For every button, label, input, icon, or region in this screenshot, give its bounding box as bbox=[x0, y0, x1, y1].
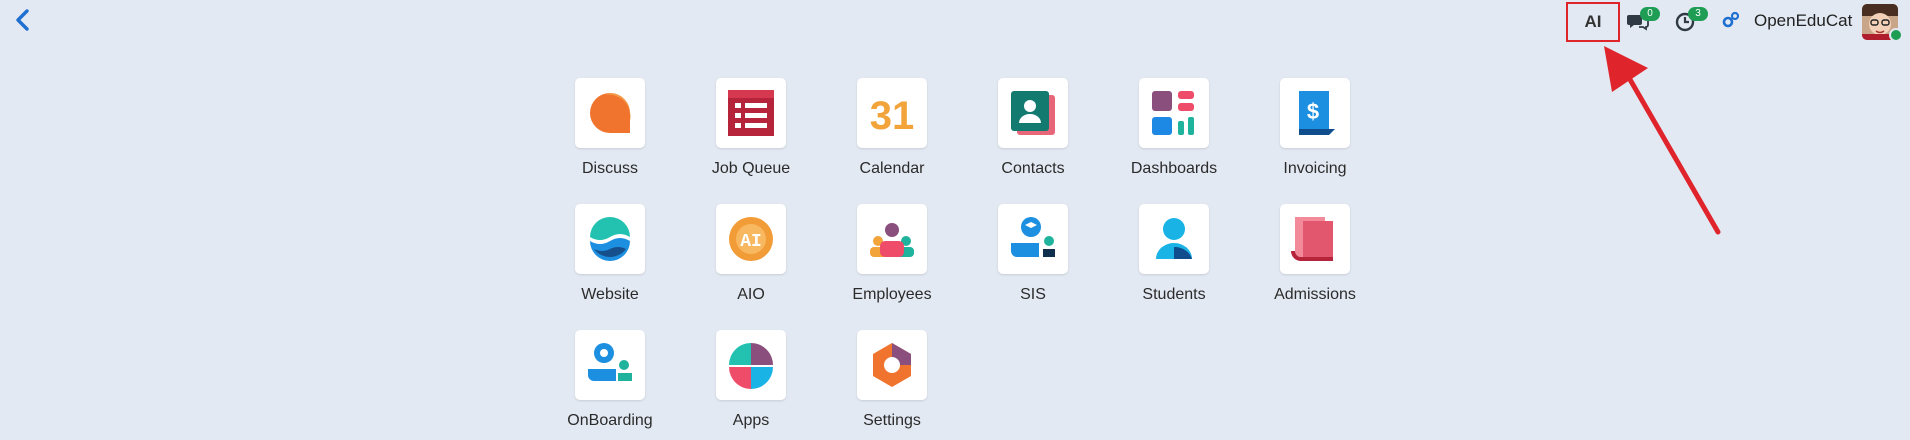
app-label: Job Queue bbox=[711, 160, 791, 177]
app-admissions[interactable]: Admissions bbox=[1255, 204, 1375, 314]
app-students[interactable]: Students bbox=[1114, 204, 1234, 314]
app-tile bbox=[575, 204, 645, 274]
app-sis[interactable]: SIS bbox=[973, 204, 1093, 314]
app-label: Calendar bbox=[859, 160, 925, 177]
ai-chip-icon: AI bbox=[729, 217, 773, 261]
activities-count-badge: 3 bbox=[1688, 7, 1708, 21]
calendar-icon-text: 31 bbox=[870, 94, 915, 138]
app-label: Admissions bbox=[1274, 286, 1356, 303]
messages-button[interactable]: 0 bbox=[1626, 7, 1660, 35]
app-label: Students bbox=[1142, 286, 1206, 303]
app-tile bbox=[716, 330, 786, 400]
app-tile bbox=[1280, 204, 1350, 274]
app-label: Settings bbox=[863, 412, 921, 429]
app-tile bbox=[857, 330, 927, 400]
app-invoicing[interactable]: $ Invoicing bbox=[1255, 78, 1375, 188]
settings-icon bbox=[873, 343, 911, 387]
activities-button[interactable]: 3 bbox=[1674, 7, 1708, 35]
admission-form-icon bbox=[1291, 217, 1333, 261]
company-name[interactable]: OpenEduCat bbox=[1754, 11, 1852, 31]
ai-chip-icon-text: AI bbox=[740, 232, 762, 252]
chevron-left-icon bbox=[16, 9, 29, 31]
app-tile bbox=[716, 78, 786, 148]
list-icon bbox=[728, 90, 774, 136]
app-label: Invoicing bbox=[1283, 160, 1347, 177]
app-employees[interactable]: Employees bbox=[832, 204, 952, 314]
ai-button[interactable]: AI bbox=[1566, 2, 1620, 42]
app-settings[interactable]: Settings bbox=[832, 330, 952, 440]
app-tile: $ bbox=[1280, 78, 1350, 148]
app-onboarding[interactable]: OnBoarding bbox=[550, 330, 670, 440]
app-label: Website bbox=[581, 286, 639, 303]
employees-icon bbox=[870, 223, 914, 257]
app-label: SIS bbox=[1020, 286, 1046, 303]
app-tile bbox=[1139, 78, 1209, 148]
app-label: OnBoarding bbox=[567, 412, 653, 429]
app-tile bbox=[857, 204, 927, 274]
app-website[interactable]: Website bbox=[550, 204, 670, 314]
app-tile bbox=[575, 330, 645, 400]
app-aio[interactable]: AI AIO bbox=[691, 204, 811, 314]
app-label: Contacts bbox=[1001, 160, 1065, 177]
dashboard-icon bbox=[1152, 91, 1194, 135]
app-label: Apps bbox=[732, 412, 770, 429]
apps-store-icon bbox=[729, 343, 773, 389]
onboarding-icon bbox=[588, 343, 632, 381]
student-info-icon bbox=[1011, 217, 1055, 257]
online-status-indicator bbox=[1889, 28, 1903, 42]
contacts-icon bbox=[1011, 91, 1055, 135]
student-icon bbox=[1156, 218, 1192, 259]
app-dashboards[interactable]: Dashboards bbox=[1114, 78, 1234, 188]
company-switch-icon[interactable] bbox=[1722, 11, 1740, 29]
annotation-arrow-icon bbox=[1604, 46, 1721, 235]
back-button[interactable] bbox=[8, 6, 38, 36]
app-label: Dashboards bbox=[1130, 160, 1218, 177]
invoice-icon: $ bbox=[1299, 91, 1335, 135]
app-apps[interactable]: Apps bbox=[691, 330, 811, 440]
app-tile: AI bbox=[716, 204, 786, 274]
globe-icon bbox=[590, 217, 630, 261]
app-tile bbox=[998, 78, 1068, 148]
app-contacts[interactable]: Contacts bbox=[973, 78, 1093, 188]
app-tile bbox=[575, 78, 645, 148]
app-tile: 31 bbox=[857, 78, 927, 148]
app-tile bbox=[998, 204, 1068, 274]
app-label: AIO bbox=[737, 286, 765, 303]
app-calendar[interactable]: 31 Calendar bbox=[832, 78, 952, 188]
top-navbar: AI 0 3 OpenEduCat bbox=[0, 0, 1910, 44]
app-label: Discuss bbox=[581, 160, 638, 177]
messages-count-badge: 0 bbox=[1640, 7, 1660, 21]
app-discuss[interactable]: Discuss bbox=[550, 78, 670, 188]
app-label: Employees bbox=[852, 286, 932, 303]
app-tile bbox=[1139, 204, 1209, 274]
app-job-queue[interactable]: Job Queue bbox=[691, 78, 811, 188]
invoice-icon-text: $ bbox=[1307, 99, 1319, 124]
discuss-icon bbox=[590, 93, 631, 133]
calendar-icon: 31 bbox=[870, 94, 915, 138]
